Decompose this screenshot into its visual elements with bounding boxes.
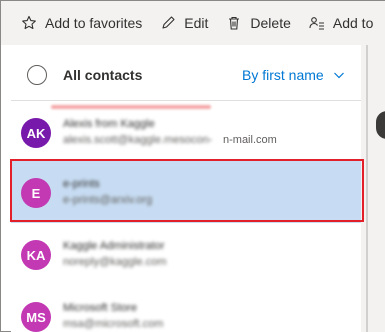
contact-name: Kaggle Administrator	[63, 240, 165, 252]
trash-icon	[229, 16, 240, 30]
star-icon	[22, 15, 36, 30]
redaction-mark	[51, 105, 211, 109]
delete-button[interactable]: Delete	[226, 15, 291, 31]
add-to-favorites-label: Add to favorites	[45, 15, 143, 31]
contact-email-suffix: n-mail.com	[223, 134, 277, 146]
chevron-down-icon[interactable]	[333, 69, 345, 81]
contact-email: alexis.scott@kaggle.mesocon-	[63, 134, 213, 146]
edit-button[interactable]: Edit	[160, 15, 208, 31]
scrollbar-track[interactable]	[361, 45, 385, 332]
add-to-label: Add to	[332, 15, 374, 31]
edit-label: Edit	[184, 15, 209, 31]
select-all-checkbox[interactable]	[27, 65, 47, 85]
all-contacts-title: All contacts	[63, 67, 143, 83]
command-bar: Add to favorites Edit Delete Add to	[1, 1, 385, 45]
pencil-icon	[162, 16, 175, 29]
selection-highlight-box	[10, 159, 364, 222]
list-header: All contacts By first name	[11, 49, 361, 101]
contact-name: Alexis from Kaggle	[63, 118, 155, 130]
contact-row-ak[interactable]: AK Alexis from Kaggle alexis.scott@kaggl…	[11, 101, 361, 163]
add-to-list-icon	[309, 17, 324, 30]
add-to-button[interactable]: Add to	[309, 15, 373, 31]
avatar: MS	[21, 302, 51, 332]
avatar: KA	[21, 240, 51, 270]
delete-label: Delete	[250, 15, 291, 31]
avatar: AK	[21, 118, 51, 148]
add-to-favorites-button[interactable]: Add to favorites	[21, 15, 142, 31]
contact-name: Microsoft Store	[63, 302, 137, 314]
contact-email: noreply@kaggle.com	[63, 256, 167, 268]
contact-row-ms[interactable]: MS Microsoft Store msa@microsoft.com	[11, 285, 361, 332]
sort-dropdown[interactable]: By first name	[242, 67, 324, 83]
contact-row-ka[interactable]: KA Kaggle Administrator noreply@kaggle.c…	[11, 223, 361, 285]
contact-email: msa@microsoft.com	[63, 318, 164, 330]
